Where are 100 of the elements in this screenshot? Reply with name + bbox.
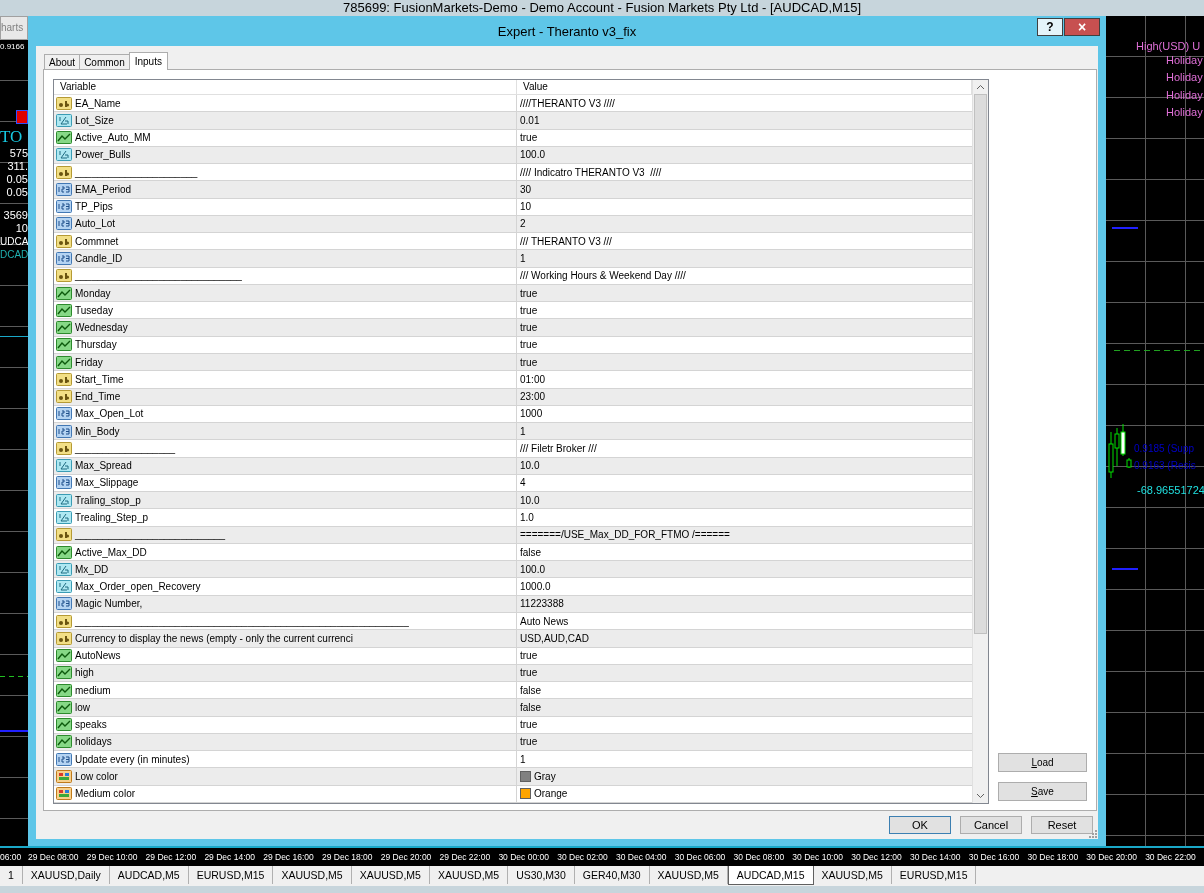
chart-title: TO xyxy=(0,127,24,147)
value-text[interactable]: Auto News xyxy=(520,615,569,627)
variable-name: ______________________________ xyxy=(75,270,242,282)
value-text[interactable]: true xyxy=(520,132,538,144)
time-label: 29 Dec 12:00 xyxy=(145,852,198,862)
action-button[interactable]: Load xyxy=(998,753,1087,772)
value-text[interactable]: true xyxy=(520,287,538,299)
number-type-icon xyxy=(56,752,72,766)
variable-name: Start_Time xyxy=(75,373,124,385)
tab[interactable]: Inputs xyxy=(128,52,168,70)
variable-name: high xyxy=(75,667,94,679)
value-text[interactable]: true xyxy=(520,304,538,316)
value-text[interactable]: 1000 xyxy=(520,408,543,420)
value-text[interactable]: 1 xyxy=(520,253,526,264)
tab[interactable]: About xyxy=(44,54,81,69)
variable-name: Currency to display the news (empty - only the current currenci xyxy=(75,632,353,644)
number-type-icon xyxy=(56,182,72,196)
value-text[interactable]: 10.0 xyxy=(520,460,540,472)
dialog-button[interactable]: Cancel xyxy=(960,816,1022,834)
fraction-type-icon xyxy=(56,148,72,162)
value-text[interactable]: 11223388 xyxy=(520,598,564,610)
value-text[interactable]: Orange xyxy=(534,788,568,800)
variable-name: ____________________________________________________________ xyxy=(75,615,409,627)
value-text[interactable]: ////THERANTO V3 //// xyxy=(520,97,615,109)
line-chart-icon xyxy=(56,683,72,697)
value-text[interactable]: false xyxy=(520,546,542,558)
variable-name: Max_Spread xyxy=(75,460,132,472)
variable-name: Commnet xyxy=(75,235,119,247)
value-text[interactable]: 10.0 xyxy=(520,494,540,506)
value-text[interactable]: true xyxy=(520,667,538,679)
resize-grip-icon xyxy=(1089,830,1097,838)
line-chart-icon xyxy=(56,700,72,714)
close-button[interactable]: × xyxy=(1064,18,1100,36)
value-text[interactable]: true xyxy=(520,736,538,748)
number-type-icon xyxy=(56,200,72,214)
line-chart-icon xyxy=(56,321,72,335)
dialog-button[interactable]: OK xyxy=(889,816,951,834)
value-text[interactable]: 23:00 xyxy=(520,391,546,403)
value-text[interactable]: 1 xyxy=(520,425,526,437)
text-type-icon xyxy=(56,390,72,404)
help-button[interactable]: ? xyxy=(1037,18,1063,36)
text-type-icon xyxy=(56,96,72,110)
value-text[interactable]: true xyxy=(520,650,538,662)
variable-name: ___________________________ xyxy=(75,529,226,541)
text-type-icon xyxy=(56,269,72,283)
value-text[interactable]: 1 xyxy=(520,753,526,765)
time-label: 29 Dec 18:00 xyxy=(322,852,374,862)
variable-name: __________________ xyxy=(75,442,176,454)
time-label: 30 Dec 10:00 xyxy=(792,852,844,862)
chart-tab[interactable]: AUDCAD,M15 xyxy=(727,866,814,885)
value-text[interactable]: /// Working Hours & Weekend Day //// xyxy=(520,270,686,282)
value-text[interactable]: true xyxy=(520,322,538,334)
value-text[interactable]: 100.0 xyxy=(520,563,546,575)
value-text[interactable]: true xyxy=(520,339,538,351)
price-line xyxy=(0,336,28,337)
value-text[interactable]: 2 xyxy=(520,218,526,230)
news-label: Holiday xyxy=(1166,53,1204,68)
level-line xyxy=(0,676,28,677)
value-text[interactable]: 10 xyxy=(520,201,532,213)
value-text[interactable]: 0.01 xyxy=(520,114,540,126)
scrollbar[interactable] xyxy=(972,80,988,803)
line-chart-icon xyxy=(56,718,72,732)
value-text[interactable]: 01:00 xyxy=(520,373,546,385)
time-label: 29 Dec 14:00 xyxy=(204,852,256,862)
time-label: 30 Dec 20:00 xyxy=(1086,852,1138,862)
value-text[interactable]: Gray xyxy=(534,771,556,782)
value-text[interactable]: =======/USE_Max_DD_FOR_FTMO /====== xyxy=(520,529,730,541)
variable-name: Update every (in minutes) xyxy=(75,753,190,765)
value-text[interactable]: USD,AUD,CAD xyxy=(520,632,589,644)
time-label: 30 Dec 04:00 xyxy=(615,852,668,862)
value-text[interactable]: 1000.0 xyxy=(520,581,551,593)
variable-name: Monday xyxy=(75,287,111,299)
variable-name: AutoNews xyxy=(75,650,121,662)
column-header[interactable]: Variable xyxy=(54,80,517,94)
number-type-icon xyxy=(56,252,72,265)
number-type-icon xyxy=(56,407,72,421)
value-text[interactable]: 4 xyxy=(520,477,526,489)
value-text[interactable]: 1.0 xyxy=(520,512,534,523)
fraction-type-icon xyxy=(56,562,72,576)
value-text[interactable]: //// Indicatro THERANTO V3 //// xyxy=(520,166,662,178)
scrollbar-thumb[interactable] xyxy=(974,94,987,634)
price-label: 0.9166 xyxy=(0,42,28,51)
value-text[interactable]: true xyxy=(520,356,538,368)
variable-name: Max_Order_open_Recovery xyxy=(75,581,201,593)
variable-name: Magic Number, xyxy=(75,598,143,610)
value-text[interactable]: 100.0 xyxy=(520,149,546,161)
fraction-type-icon xyxy=(56,511,72,524)
value-text[interactable]: false xyxy=(520,701,542,713)
variable-name: Wednesday xyxy=(75,322,128,334)
tab[interactable]: Common xyxy=(79,54,130,69)
text-type-icon xyxy=(56,614,72,628)
value-text[interactable]: false xyxy=(520,684,542,696)
dialog-button[interactable]: Reset xyxy=(1031,816,1093,834)
value-text[interactable]: true xyxy=(520,719,538,731)
news-label: Holiday xyxy=(1166,70,1204,86)
value-text[interactable]: /// THERANTO V3 /// xyxy=(520,235,612,247)
action-button[interactable]: Save xyxy=(998,782,1087,801)
value-text[interactable]: 30 xyxy=(520,183,532,195)
variable-name: Low color xyxy=(75,771,118,782)
value-text[interactable]: /// Filetr Broker /// xyxy=(520,442,597,454)
